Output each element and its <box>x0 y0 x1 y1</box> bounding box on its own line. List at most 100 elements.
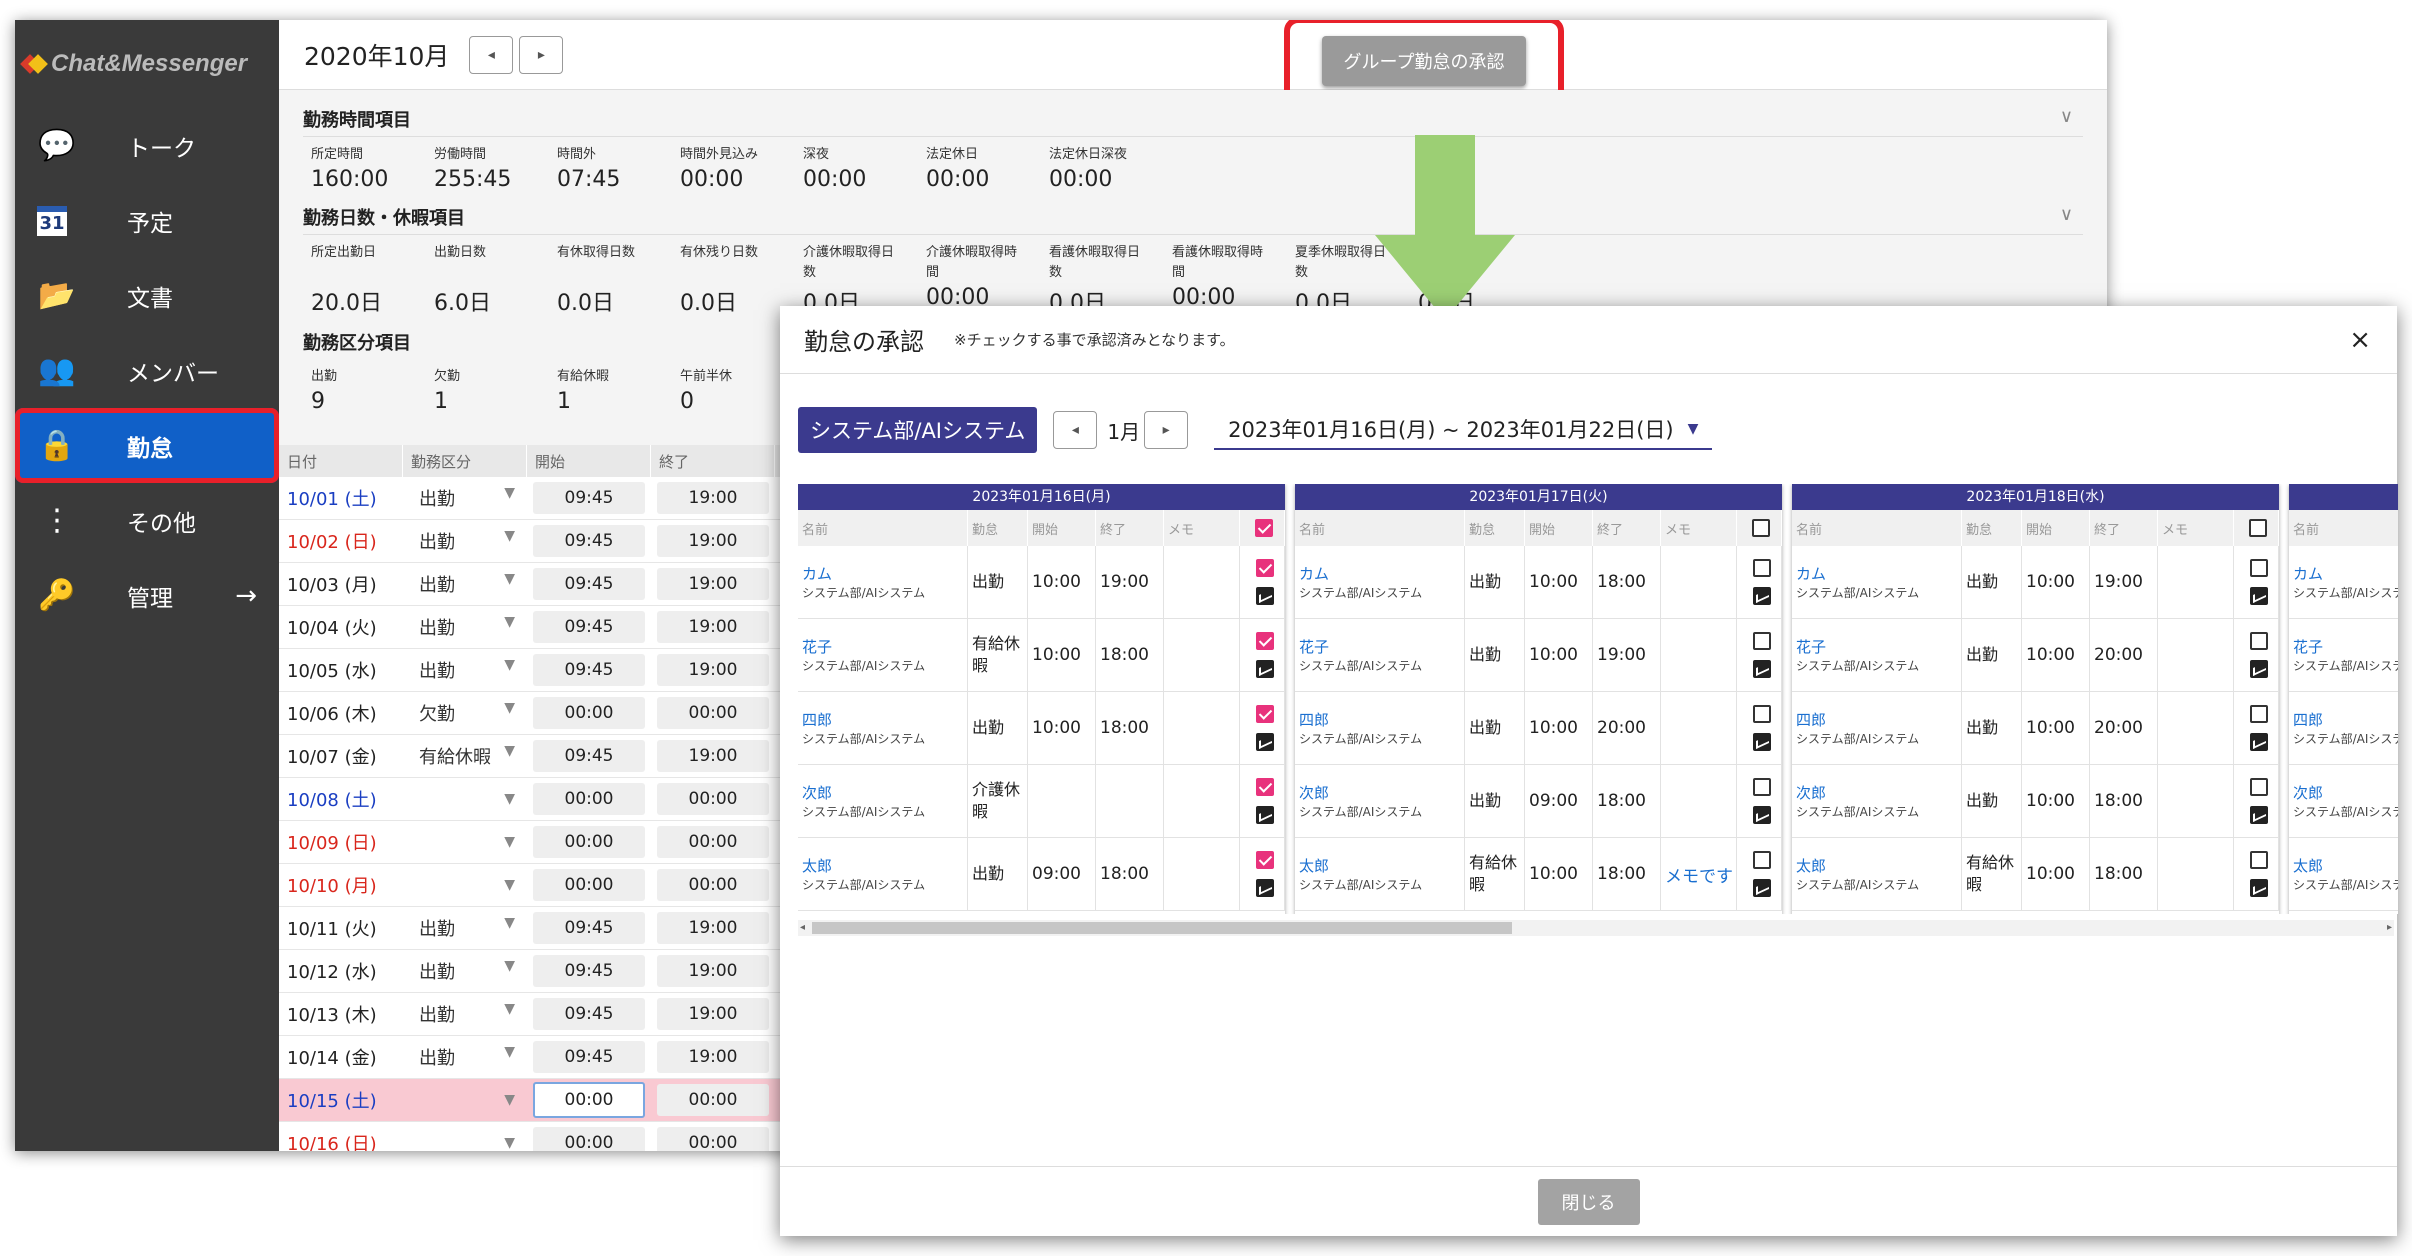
sidebar-item-4[interactable]: 🔒 勤怠 <box>15 408 279 483</box>
end-time-input[interactable]: 19:00 <box>657 568 769 600</box>
kind-select[interactable]: ▼ <box>403 877 527 893</box>
chart-icon[interactable] <box>2250 733 2268 751</box>
start-time-input[interactable]: 09:45 <box>533 740 645 772</box>
end-time-input[interactable]: 19:00 <box>657 611 769 643</box>
end-time-input[interactable]: 19:00 <box>657 482 769 514</box>
end-time-input[interactable]: 19:00 <box>657 912 769 944</box>
chart-icon[interactable] <box>1256 587 1274 605</box>
start-time-input[interactable]: 09:45 <box>533 611 645 643</box>
chart-icon[interactable] <box>2250 806 2268 824</box>
start-time-input[interactable]: 09:45 <box>533 482 645 514</box>
group-approve-button[interactable]: グループ勤怠の承認 <box>1321 36 1527 86</box>
kind-select[interactable]: 出勤 ▼ <box>403 614 527 640</box>
chart-icon[interactable] <box>1256 879 1274 897</box>
kind-select[interactable]: 出勤 ▼ <box>403 915 527 941</box>
scroll-left-icon[interactable]: ◂ <box>800 920 805 936</box>
person-name-link[interactable]: 太郎 <box>1299 855 1329 876</box>
person-name-link[interactable]: 花子 <box>802 636 832 657</box>
sidebar-item-5[interactable]: ⋮ その他 <box>15 483 279 558</box>
approve-checkbox[interactable] <box>1753 632 1771 650</box>
person-name-link[interactable]: 次郎 <box>1299 782 1329 803</box>
kind-select[interactable]: ▼ <box>403 834 527 850</box>
department-button[interactable]: システム部/AIシステム <box>798 407 1038 453</box>
person-name-link[interactable]: 次郎 <box>2293 782 2323 803</box>
end-time-input[interactable]: 00:00 <box>657 783 769 815</box>
approve-checkbox[interactable] <box>1256 559 1274 577</box>
end-time-input[interactable]: 19:00 <box>657 1041 769 1073</box>
prev-month-button[interactable]: ◂ <box>469 35 514 74</box>
end-time-input[interactable]: 19:00 <box>657 998 769 1030</box>
approve-checkbox[interactable] <box>1753 559 1771 577</box>
start-time-input[interactable]: 09:45 <box>533 568 645 600</box>
person-name-link[interactable]: 太郎 <box>802 855 832 876</box>
end-time-input[interactable]: 19:00 <box>657 955 769 987</box>
approve-checkbox[interactable] <box>1753 778 1771 796</box>
end-time-input[interactable]: 19:00 <box>657 525 769 557</box>
chart-icon[interactable] <box>1753 660 1771 678</box>
person-name-link[interactable]: カム <box>2293 563 2323 584</box>
sidebar-item-0[interactable]: 💬 トーク <box>15 108 279 183</box>
approve-checkbox[interactable] <box>1256 705 1274 723</box>
end-time-input[interactable]: 00:00 <box>657 869 769 901</box>
end-time-input[interactable]: 19:00 <box>657 654 769 686</box>
sidebar-item-2[interactable]: 📂 文書 <box>15 258 279 333</box>
start-time-input[interactable]: 09:45 <box>533 525 645 557</box>
kind-select[interactable]: 欠勤 ▼ <box>403 700 527 726</box>
end-time-input[interactable]: 19:00 <box>657 740 769 772</box>
chart-icon[interactable] <box>1256 806 1274 824</box>
start-time-input[interactable]: 09:45 <box>533 654 645 686</box>
close-button[interactable]: 閉じる <box>1537 1178 1640 1225</box>
next-month-button[interactable]: ▸ <box>519 35 564 74</box>
chart-icon[interactable] <box>1256 733 1274 751</box>
start-time-input[interactable]: 00:00 <box>533 697 645 729</box>
kind-select[interactable]: 出勤 ▼ <box>403 571 527 597</box>
start-time-input[interactable]: 09:45 <box>533 998 645 1030</box>
approve-checkbox[interactable] <box>2250 559 2268 577</box>
person-name-link[interactable]: 次郎 <box>1796 782 1826 803</box>
start-time-input[interactable]: 00:00 <box>533 1127 645 1151</box>
person-name-link[interactable]: 花子 <box>1796 636 1826 657</box>
select-all-checkbox[interactable] <box>1752 519 1770 537</box>
chart-icon[interactable] <box>1753 733 1771 751</box>
approve-checkbox[interactable] <box>1753 851 1771 869</box>
start-time-input[interactable]: 00:00 <box>533 869 645 901</box>
approve-checkbox[interactable] <box>1256 778 1274 796</box>
chart-icon[interactable] <box>1753 587 1771 605</box>
kind-select[interactable]: ▼ <box>403 791 527 807</box>
kind-select[interactable]: 出勤 ▼ <box>403 528 527 554</box>
person-name-link[interactable]: 花子 <box>2293 636 2323 657</box>
chart-icon[interactable] <box>1753 879 1771 897</box>
chevron-down-icon[interactable]: ∨ <box>2060 204 2073 230</box>
approve-checkbox[interactable] <box>2250 778 2268 796</box>
person-name-link[interactable]: 四郎 <box>802 709 832 730</box>
chart-icon[interactable] <box>2250 660 2268 678</box>
scroll-right-icon[interactable]: ▸ <box>2387 920 2392 936</box>
end-time-input[interactable]: 00:00 <box>657 1084 769 1116</box>
end-time-input[interactable]: 00:00 <box>657 1127 769 1151</box>
approve-checkbox[interactable] <box>1256 851 1274 869</box>
person-name-link[interactable]: 次郎 <box>802 782 832 803</box>
close-icon[interactable]: × <box>2349 325 2371 355</box>
kind-select[interactable]: 出勤 ▼ <box>403 958 527 984</box>
end-time-input[interactable]: 00:00 <box>657 697 769 729</box>
chart-icon[interactable] <box>1256 660 1274 678</box>
start-time-input[interactable]: 09:45 <box>533 1041 645 1073</box>
sidebar-item-6[interactable]: 🔑 管理 → <box>15 558 279 633</box>
kind-select[interactable]: 出勤 ▼ <box>403 1001 527 1027</box>
kind-select[interactable]: ▼ <box>403 1092 527 1108</box>
person-name-link[interactable]: 四郎 <box>2293 709 2323 730</box>
select-all-checkbox[interactable] <box>1255 519 1273 537</box>
chart-icon[interactable] <box>2250 587 2268 605</box>
person-name-link[interactable]: 太郎 <box>1796 855 1826 876</box>
approve-checkbox[interactable] <box>2250 705 2268 723</box>
kind-select[interactable]: 出勤 ▼ <box>403 657 527 683</box>
start-time-input[interactable]: 00:00 <box>533 1082 645 1118</box>
start-time-input[interactable]: 09:45 <box>533 912 645 944</box>
sidebar-item-3[interactable]: 👥 メンバー <box>15 333 279 408</box>
modal-prev-button[interactable]: ◂ <box>1053 411 1098 449</box>
work-time-section-title[interactable]: 勤務時間項目 ∨ <box>303 106 2083 137</box>
person-name-link[interactable]: 四郎 <box>1299 709 1329 730</box>
person-name-link[interactable]: カム <box>1796 563 1826 584</box>
chart-icon[interactable] <box>2250 879 2268 897</box>
select-all-checkbox[interactable] <box>2249 519 2267 537</box>
